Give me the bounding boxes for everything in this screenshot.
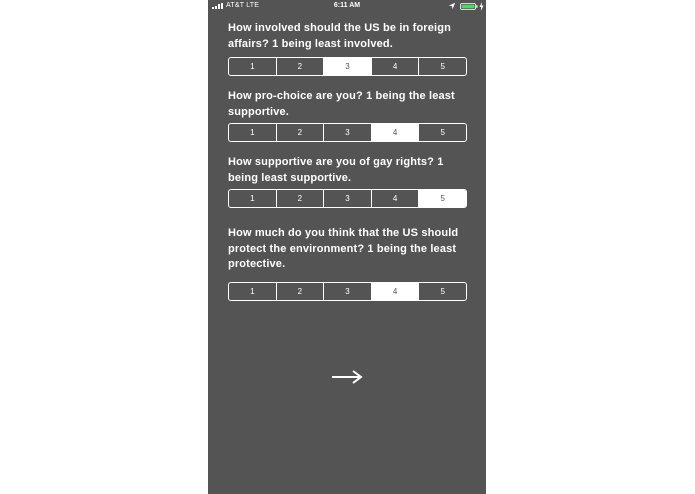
rating-environment[interactable]: 1 2 3 4 5 <box>228 282 467 301</box>
location-icon <box>448 2 456 10</box>
status-time: 6:11 AM <box>333 2 361 9</box>
rating-gay-rights[interactable]: 1 2 3 4 5 <box>228 189 467 208</box>
rating-option[interactable]: 3 <box>323 124 371 141</box>
charge-icon <box>479 2 484 11</box>
rating-option[interactable]: 3 <box>323 190 371 207</box>
rating-option[interactable]: 3 <box>323 58 371 75</box>
rating-option[interactable]: 5 <box>418 190 466 207</box>
rating-option[interactable]: 4 <box>370 190 419 207</box>
rating-pro-choice[interactable]: 1 2 3 4 5 <box>228 123 467 142</box>
next-button[interactable] <box>330 366 364 388</box>
rating-option[interactable]: 2 <box>275 283 324 300</box>
question-foreign-affairs: How involved should the US be in foreign… <box>228 22 451 50</box>
arrow-right-icon <box>332 370 363 384</box>
question-gay-rights: How supportive are you of gay rights? 1 … <box>228 156 444 184</box>
question-pro-choice: How pro-choice are you? 1 being the leas… <box>228 90 455 118</box>
rating-option[interactable]: 1 <box>229 58 276 75</box>
rating-option[interactable]: 5 <box>418 124 466 141</box>
rating-option[interactable]: 4 <box>370 283 419 300</box>
rating-option[interactable]: 1 <box>229 190 276 207</box>
rating-foreign-affairs[interactable]: 1 2 3 4 5 <box>228 57 467 76</box>
app-screen: AT&T LTE 6:11 AM How involved should the… <box>208 0 486 494</box>
rating-option[interactable]: 3 <box>323 283 371 300</box>
rating-option[interactable]: 2 <box>275 124 324 141</box>
rating-option[interactable]: 4 <box>370 58 419 75</box>
rating-option[interactable]: 4 <box>370 124 419 141</box>
rating-option[interactable]: 2 <box>275 190 324 207</box>
battery-icon <box>460 3 478 10</box>
rating-option[interactable]: 1 <box>229 283 276 300</box>
rating-option[interactable]: 5 <box>418 58 466 75</box>
question-environment: How much do you think that the US should… <box>228 227 459 270</box>
rating-option[interactable]: 2 <box>275 58 324 75</box>
status-bar: AT&T LTE 6:11 AM <box>208 0 486 13</box>
rating-option[interactable]: 5 <box>418 283 466 300</box>
rating-option[interactable]: 1 <box>229 124 276 141</box>
